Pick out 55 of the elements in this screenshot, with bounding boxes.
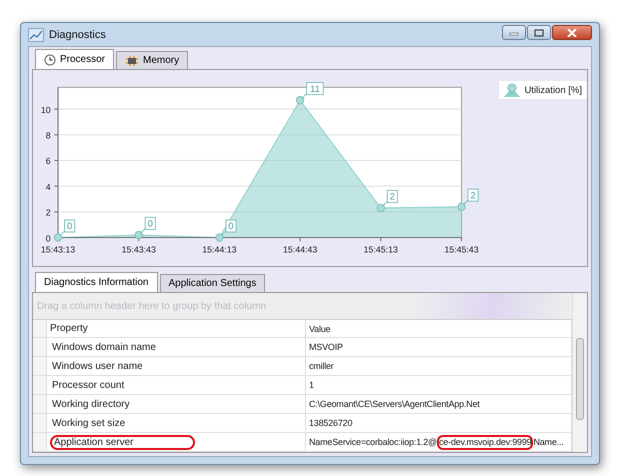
value-text: C:\Geomant\CE\Servers\AgentClientApp.Net	[309, 399, 480, 409]
tab[interactable]: Application Settings	[160, 274, 266, 292]
value-text: Name...	[533, 437, 564, 447]
value-text: 1	[309, 380, 314, 390]
maximize-button[interactable]	[527, 25, 551, 40]
y-tick-label: 8	[46, 130, 51, 141]
property-text: Working directory	[51, 398, 131, 410]
value-text: cmiller	[309, 361, 334, 371]
close-icon	[567, 28, 577, 36]
x-tick-label: 15:44:13	[202, 244, 237, 254]
minimize-button[interactable]	[502, 25, 526, 40]
x-tick-label: 15:43:13	[40, 244, 76, 254]
property-text: Windows user name	[51, 360, 144, 372]
value-label: 2	[462, 188, 479, 206]
tab[interactable]: Diagnostics Information	[35, 272, 158, 292]
minimize-icon	[509, 30, 519, 36]
tab[interactable]: Memory	[116, 51, 188, 69]
y-tick-label: 4	[46, 182, 51, 192]
property-text: Processor count	[51, 378, 126, 392]
data-point	[134, 230, 143, 240]
y-tick-label: 2	[46, 208, 51, 218]
line-chart-icon	[28, 28, 44, 42]
data-point	[54, 233, 62, 242]
tab[interactable]: Processor	[35, 49, 114, 69]
data-point	[296, 96, 304, 104]
value-text: NameService=corbaloc:iiop:1.2@	[309, 437, 437, 447]
value-text: MSVOIP	[309, 342, 343, 352]
data-point	[215, 233, 224, 242]
value-label: 0	[220, 219, 237, 236]
x-tick-label: 15:43:43	[122, 244, 156, 254]
clock-icon	[44, 54, 56, 66]
legend-label: Utilization [%]	[524, 84, 582, 96]
property-text: Working set size	[51, 416, 126, 430]
x-tick-label: 15:45:43	[444, 244, 479, 254]
data-point	[457, 202, 466, 211]
y-tick-label: 0	[46, 233, 51, 244]
value-label: 0	[59, 219, 76, 236]
value-text: 138526720	[309, 418, 352, 428]
maximize-icon	[534, 28, 544, 36]
value-label: 2	[382, 190, 398, 207]
value-label: 11	[302, 82, 324, 99]
value-label: 0	[140, 216, 156, 234]
close-button[interactable]	[552, 25, 592, 40]
x-tick-label: 15:44:43	[282, 244, 318, 254]
column-header[interactable]: Property	[47, 320, 306, 337]
y-tick-label: 10	[40, 104, 51, 115]
window-title: Diagnostics	[49, 28, 106, 40]
data-point	[376, 204, 385, 212]
chip-icon	[125, 54, 140, 66]
x-tick-label: 15:45:13	[364, 244, 398, 254]
scroll-bar[interactable]	[572, 293, 587, 452]
property-text: Windows domain name	[51, 340, 157, 354]
y-tick-label: 6	[46, 156, 51, 166]
property-text: Application server	[50, 434, 196, 450]
legend-marker-icon	[504, 83, 520, 97]
